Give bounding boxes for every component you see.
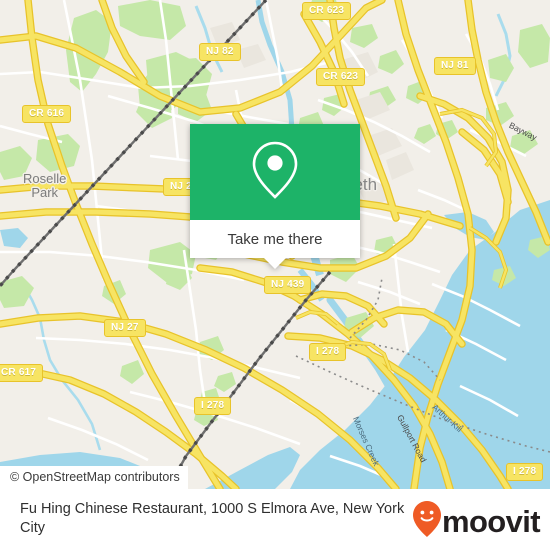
osm-attribution[interactable]: © OpenStreetMap contributors [0,466,188,489]
road-shield-cr-616[interactable]: CR 616 [22,105,72,123]
moovit-logo[interactable]: moovit [412,501,541,542]
take-me-there-label: Take me there [227,230,323,248]
road-shield-nj-82[interactable]: NJ 82 [199,43,241,61]
road-shield-i-278-east[interactable]: I 278 [506,463,544,481]
moovit-wordmark: moovit [441,504,541,539]
road-shield-nj-81[interactable]: NJ 81 [434,57,476,75]
road-shield-i-278-mid[interactable]: I 278 [309,343,347,361]
map-screenshot: Roselle Park beth CR 623 NJ 82 CR 623 NJ… [0,0,550,550]
road-shield-cr-623-south[interactable]: CR 623 [316,68,366,86]
location-pin-icon [249,139,301,206]
location-caption: Fu Hing Chinese Restaurant, 1000 S Elmor… [20,501,405,536]
popup-action-row[interactable]: Take me there [190,220,360,258]
moovit-smiley-pin-icon [412,501,441,542]
road-shield-nj-27[interactable]: NJ 27 [104,319,146,337]
road-shield-cr-623-north[interactable]: CR 623 [302,2,352,20]
road-shield-cr-617[interactable]: CR 617 [0,364,44,382]
place-label-roselle-park: Roselle Park [23,171,67,200]
popup-header [190,124,360,220]
road-shield-i-278-west[interactable]: I 278 [194,397,232,415]
footer-bar: Fu Hing Chinese Restaurant, 1000 S Elmor… [0,489,550,550]
road-shield-nj-439[interactable]: NJ 439 [264,276,312,294]
location-popup-card[interactable]: Take me there [190,124,360,269]
popup-pointer [264,258,286,269]
